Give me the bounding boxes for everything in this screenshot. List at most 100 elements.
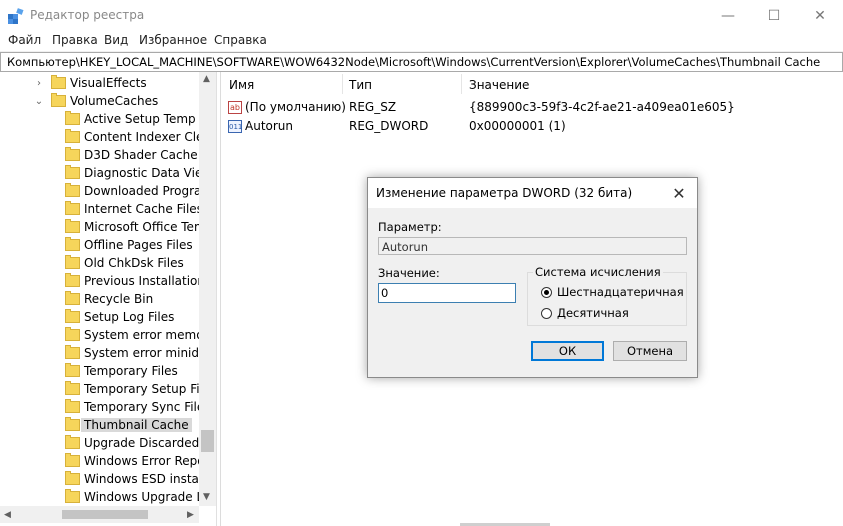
address-path[interactable]: Компьютер\HKEY_LOCAL_MACHINE\SOFTWARE\WO… [7, 55, 820, 69]
folder-icon [65, 399, 80, 413]
maximize-button[interactable]: ☐ [751, 0, 797, 31]
tree-item[interactable]: Offline Pages Files [65, 236, 193, 254]
minimize-button[interactable]: — [705, 0, 751, 31]
radix-decimal-label: Десятичная [557, 306, 629, 320]
tree-horizontal-scroll-thumb[interactable] [62, 510, 148, 519]
folder-icon [65, 183, 80, 197]
scroll-right-arrow-icon[interactable]: ▶ [187, 510, 194, 520]
folder-icon [65, 363, 80, 377]
folder-icon [65, 435, 80, 449]
param-name-field: Autorun [378, 237, 687, 255]
tree-item[interactable]: System error memory [65, 326, 216, 344]
dialog-close-button[interactable]: ✕ [668, 182, 690, 204]
tree-item-label: Previous Installations [84, 274, 212, 288]
cancel-button[interactable]: Отмена [613, 341, 687, 361]
value-label: Значение: [378, 266, 440, 280]
tree-item[interactable]: Windows Upgrade Lo [65, 488, 210, 506]
tree-item[interactable]: Downloaded Program [65, 182, 213, 200]
folder-icon [65, 201, 80, 215]
param-label: Параметр: [378, 220, 442, 234]
tree-item[interactable]: Upgrade Discarded Fil [65, 434, 216, 452]
list-row-autorun[interactable]: 011 Autorun [228, 117, 293, 135]
tree-item-visualeffects[interactable]: › VisualEffects [33, 74, 147, 92]
folder-icon [65, 237, 80, 251]
tree-item[interactable]: Content Indexer Clear [65, 128, 216, 146]
tree-item-volumecaches[interactable]: ⌄ VolumeCaches [33, 92, 158, 110]
tree-item[interactable]: Thumbnail Cache [65, 416, 192, 434]
column-header-name[interactable]: Имя [229, 78, 254, 92]
radix-decimal-option[interactable]: Десятичная [541, 306, 629, 320]
column-divider[interactable] [461, 74, 462, 94]
tree-item-label: Content Indexer Clear [84, 130, 216, 144]
folder-icon [51, 93, 66, 107]
tree-item[interactable]: D3D Shader Cache [65, 146, 198, 164]
scroll-left-arrow-icon[interactable]: ◀ [4, 510, 11, 520]
tree-item[interactable]: Microsoft Office Temp [65, 218, 213, 236]
tree-item[interactable]: System error minidum [65, 344, 216, 362]
value-name: (По умолчанию) [245, 100, 346, 114]
radix-hex-label: Шестнадцатеричная [557, 285, 684, 299]
tree-item-label: Temporary Files [84, 364, 178, 378]
folder-icon [65, 111, 80, 125]
folder-icon [65, 471, 80, 485]
menu-favorites[interactable]: Избранное [139, 33, 207, 47]
menu-bar: Файл Правка Вид Избранное Справка [0, 31, 843, 52]
folder-icon [51, 75, 66, 89]
expand-chevron-icon[interactable]: › [33, 78, 45, 89]
radix-hex-option[interactable]: Шестнадцатеричная [541, 285, 684, 299]
tree-item[interactable]: Previous Installations [65, 272, 211, 290]
tree-item-label: Diagnostic Data Viewe [84, 166, 217, 180]
tree-item[interactable]: Temporary Setup Files [65, 380, 216, 398]
value-data-input[interactable] [378, 283, 516, 303]
value-type: REG_DWORD [349, 119, 429, 133]
address-bar[interactable]: Компьютер\HKEY_LOCAL_MACHINE\SOFTWARE\WO… [0, 52, 843, 72]
menu-help[interactable]: Справка [214, 33, 267, 47]
tree-item[interactable]: Setup Log Files [65, 308, 174, 326]
tree-item-label: Windows Error Report [84, 454, 215, 468]
value-type: REG_SZ [349, 100, 397, 114]
collapse-chevron-icon[interactable]: ⌄ [33, 96, 45, 107]
scroll-down-arrow-icon[interactable]: ▼ [203, 492, 210, 502]
tree-item[interactable]: Internet Cache Files [65, 200, 203, 218]
menu-file[interactable]: Файл [8, 33, 41, 47]
folder-icon [65, 381, 80, 395]
tree-item[interactable]: Temporary Files [65, 362, 178, 380]
tree-item-label: Downloaded Program [84, 184, 214, 198]
tree-item[interactable]: Temporary Sync Files [65, 398, 211, 416]
scroll-up-arrow-icon[interactable]: ▲ [203, 74, 210, 84]
ok-button[interactable]: ОК [531, 341, 604, 361]
tree-item[interactable]: Recycle Bin [65, 290, 153, 308]
folder-icon [65, 453, 80, 467]
folder-icon [65, 147, 80, 161]
param-name-value: Autorun [382, 240, 429, 254]
menu-edit[interactable]: Правка [52, 33, 98, 47]
tree-item-label: Recycle Bin [84, 292, 154, 306]
tree-item[interactable]: Old ChkDsk Files [65, 254, 184, 272]
tree-item-label: System error memory [84, 328, 216, 342]
radio-unchecked-icon[interactable] [541, 307, 552, 319]
column-header-type[interactable]: Тип [349, 78, 372, 92]
tree-item[interactable]: Active Setup Temp Fo [65, 110, 213, 128]
tree-item-label: Active Setup Temp Fo [84, 112, 214, 126]
column-header-value[interactable]: Значение [469, 78, 529, 92]
folder-icon [65, 273, 80, 287]
tree-item[interactable]: Windows Error Report [65, 452, 214, 470]
regedit-app-icon [8, 8, 24, 24]
tree-vertical-scroll-thumb[interactable] [201, 430, 214, 452]
tree-item[interactable]: Diagnostic Data Viewe [65, 164, 217, 182]
tree-item-label: Internet Cache Files [84, 202, 203, 216]
tree-item-label: Upgrade Discarded Fil [84, 436, 216, 450]
column-divider[interactable] [342, 74, 343, 94]
list-row-default[interactable]: ab (По умолчанию) [228, 98, 346, 116]
tree-item-label: Offline Pages Files [84, 238, 193, 252]
folder-icon [65, 327, 80, 341]
folder-icon [65, 219, 80, 233]
window-title: Редактор реестра [30, 8, 145, 22]
tree-item[interactable]: Windows ESD installat [65, 470, 216, 488]
close-button[interactable]: ✕ [797, 0, 843, 31]
folder-icon [65, 165, 80, 179]
radio-checked-icon[interactable] [541, 286, 552, 298]
edit-dword-dialog: Изменение параметра DWORD (32 бита) ✕ Па… [367, 177, 698, 378]
menu-view[interactable]: Вид [104, 33, 128, 47]
tree-item-label: Windows Upgrade Lo [84, 490, 211, 504]
